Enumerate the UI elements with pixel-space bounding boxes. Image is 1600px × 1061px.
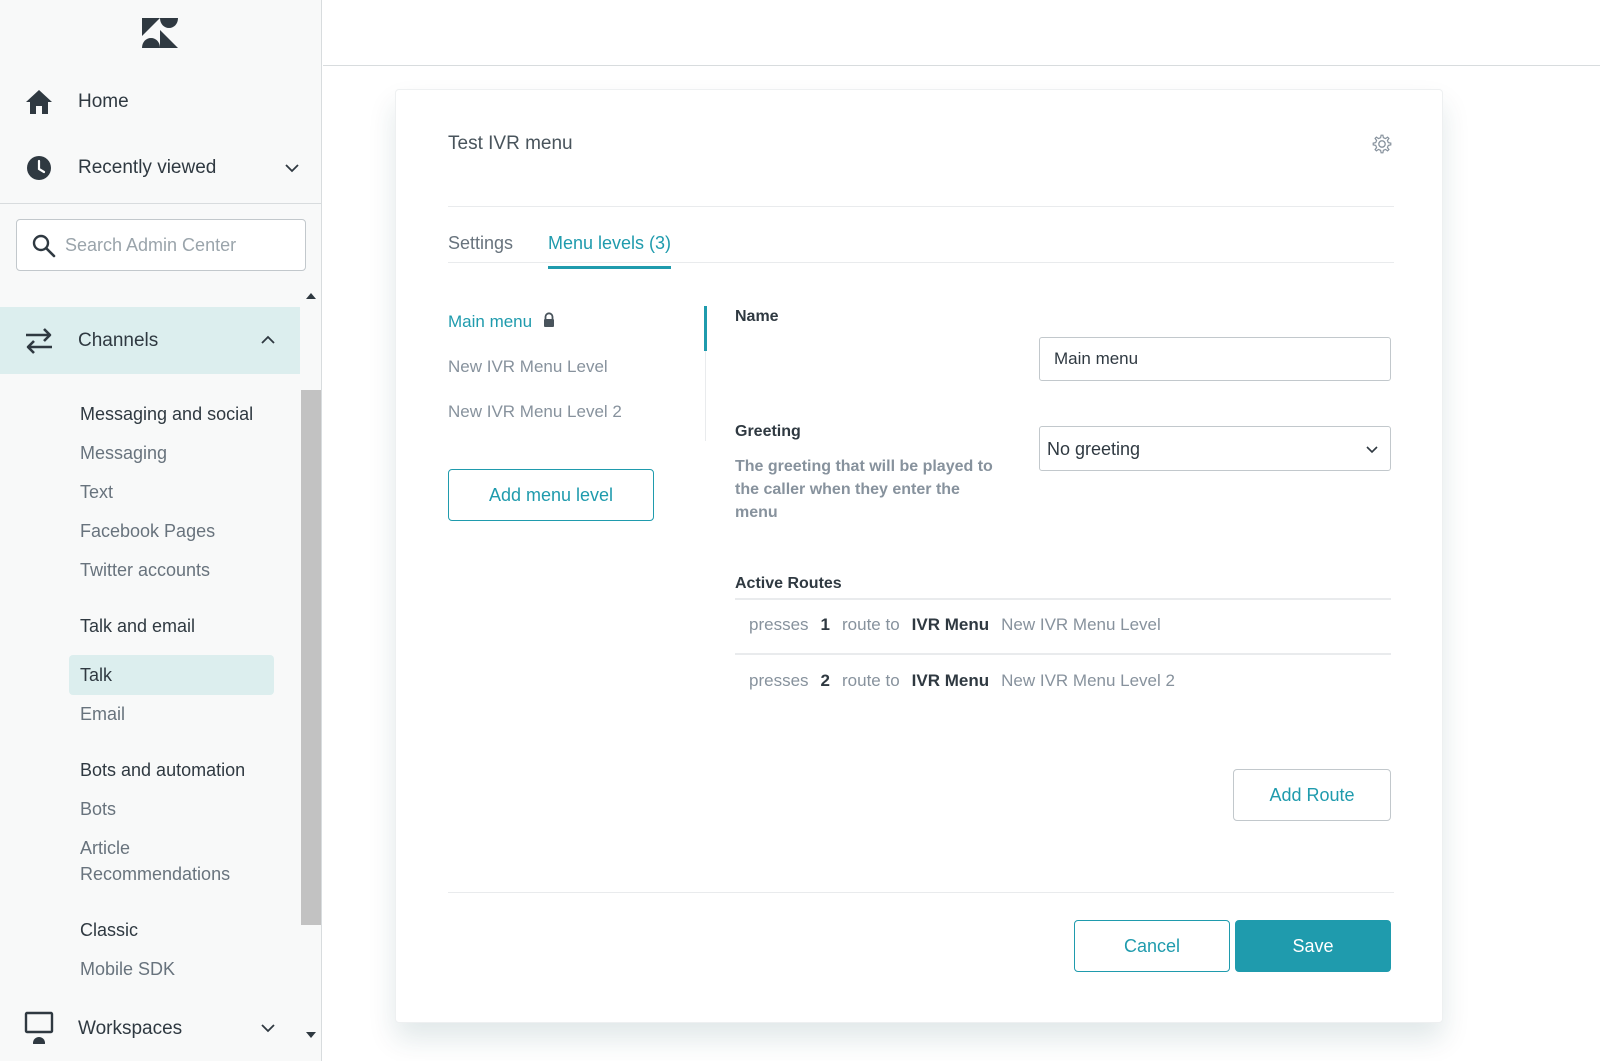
search-box[interactable]: [16, 219, 306, 271]
add-route-button[interactable]: Add Route: [1233, 769, 1391, 821]
sidebar-item-messaging[interactable]: Messaging: [80, 443, 167, 464]
level-item-label: Main menu: [448, 312, 533, 331]
nav-home[interactable]: Home: [0, 70, 321, 134]
route-to-text: route to: [842, 671, 900, 690]
sidebar-nav-list: Channels Messaging and social Messaging …: [0, 290, 300, 1061]
save-button[interactable]: Save: [1235, 920, 1391, 972]
active-level-indicator: [704, 306, 707, 351]
modal-title: Test IVR menu: [448, 133, 573, 154]
group-title-talk-email: Talk and email: [80, 616, 196, 636]
greeting-select-value: No greeting: [1047, 439, 1141, 459]
ivr-menu-modal: Test IVR menu Settings Menu levels (3) M…: [395, 89, 1443, 1023]
name-label: Name: [735, 308, 779, 325]
group-title-bots-automation: Bots and automation: [80, 760, 246, 780]
search-icon: [32, 234, 56, 258]
arrows-swap-icon: [26, 328, 52, 354]
monitor-icon: [24, 1011, 54, 1044]
sidebar-item-talk-label: Talk: [80, 665, 113, 685]
route-type: IVR Menu: [911, 615, 990, 634]
tabs-divider: [448, 262, 1394, 263]
route-row[interactable]: presses 1 route to IVR Menu New IVR Menu…: [735, 603, 1391, 647]
route-key: 2: [820, 671, 830, 690]
nav-recently-viewed-label: Recently viewed: [78, 157, 217, 178]
sidebar-item-bots[interactable]: Bots: [80, 799, 116, 820]
name-field[interactable]: [1039, 337, 1391, 381]
zendesk-logo[interactable]: [140, 18, 180, 48]
route-target: New IVR Menu Level: [1001, 615, 1161, 634]
sidebar-item-article[interactable]: Article: [80, 838, 130, 859]
clock-icon: [27, 156, 51, 180]
sidebar-item-mobile-sdk[interactable]: Mobile SDK: [80, 959, 175, 980]
scroll-down-arrow-icon[interactable]: [305, 1029, 317, 1041]
level-item-new-ivr-menu-level-2[interactable]: New IVR Menu Level 2: [448, 402, 622, 422]
route-key: 1: [820, 615, 830, 634]
sidebar-item-text[interactable]: Text: [80, 482, 113, 503]
nav-channels-label: Channels: [78, 329, 159, 351]
route-presses-text: presses: [749, 671, 809, 690]
group-title-messaging: Messaging and social: [80, 404, 254, 424]
nav-channels[interactable]: Channels: [0, 307, 300, 374]
sidebar-item-email[interactable]: Email: [80, 704, 125, 725]
active-routes-title: Active Routes: [735, 575, 842, 592]
greeting-hint: The greeting that will be played to the …: [735, 458, 993, 521]
scrollbar-thumb[interactable]: [301, 390, 321, 925]
sidebar-item-facebook-pages[interactable]: Facebook Pages: [80, 521, 215, 542]
chevron-down-icon[interactable]: [258, 1018, 278, 1038]
cancel-button[interactable]: Cancel: [1074, 920, 1230, 972]
level-item-main-menu[interactable]: Main menu: [448, 312, 556, 332]
sidebar-item-twitter-accounts[interactable]: Twitter accounts: [80, 560, 210, 581]
route-to-text: route to: [842, 615, 900, 634]
sidebar-item-talk[interactable]: Talk: [69, 655, 274, 695]
tab-menu-levels[interactable]: Menu levels (3): [548, 233, 672, 269]
add-menu-level-button[interactable]: Add menu level: [448, 469, 654, 521]
lock-icon: [544, 312, 555, 327]
home-icon: [26, 90, 52, 114]
sidebar-item-recommendations[interactable]: Recommendations: [80, 864, 230, 885]
level-item-new-ivr-menu-level[interactable]: New IVR Menu Level: [448, 357, 608, 377]
scroll-up-arrow-icon[interactable]: [305, 290, 317, 302]
route-row-divider: [735, 653, 1391, 655]
route-presses-text: presses: [749, 615, 809, 634]
route-type: IVR Menu: [911, 671, 990, 690]
routes-divider: [735, 598, 1391, 600]
route-target: New IVR Menu Level 2: [1001, 671, 1175, 690]
group-title-classic: Classic: [80, 920, 139, 940]
footer-divider: [448, 892, 1394, 893]
chevron-down-icon[interactable]: [282, 158, 302, 178]
greeting-label: Greeting: [735, 423, 801, 440]
sidebar-scrollbar[interactable]: [300, 290, 321, 1061]
greeting-select[interactable]: No greeting: [1039, 426, 1391, 471]
chevron-down-icon: [1366, 446, 1378, 454]
nav-workspaces[interactable]: Workspaces: [0, 1008, 300, 1060]
route-row[interactable]: presses 2 route to IVR Menu New IVR Menu…: [735, 659, 1391, 703]
nav-recently-viewed[interactable]: Recently viewed: [0, 136, 321, 200]
nav-workspaces-label: Workspaces: [78, 1018, 183, 1039]
top-header-bar: [323, 0, 1600, 66]
sidebar-divider: [0, 203, 321, 204]
gear-icon[interactable]: [1370, 132, 1394, 156]
chevron-up-icon[interactable]: [258, 330, 278, 350]
nav-home-label: Home: [78, 91, 129, 112]
sidebar: Home Recently viewed Channels: [0, 0, 322, 1061]
title-divider: [448, 206, 1394, 207]
search-input[interactable]: [65, 220, 295, 270]
